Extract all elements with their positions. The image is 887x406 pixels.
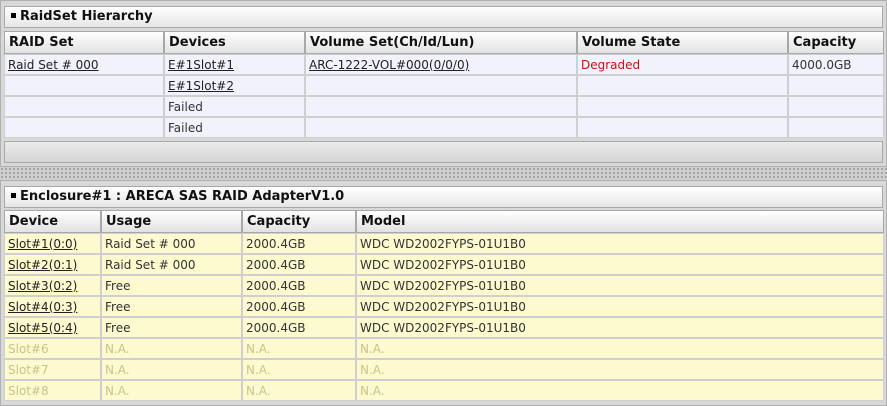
volume-cell: [305, 75, 577, 96]
model-cell: WDC WD2002FYPS-01U1B0: [356, 296, 884, 317]
table-row: Slot#6 N.A. N.A. N.A.: [4, 338, 884, 359]
volume-state-cell: Degraded: [577, 54, 788, 75]
device-cell: E#1Slot#1: [164, 54, 305, 75]
slot-link[interactable]: Slot#3(0:2): [8, 279, 77, 293]
enclosure-table: Device Usage Capacity Model Slot#1(0:0) …: [4, 210, 884, 401]
device-cell: Slot#6: [4, 338, 101, 359]
volume-cell: [305, 96, 577, 117]
slot-link[interactable]: Slot#2(0:1): [8, 258, 77, 272]
capacity-cell: 2000.4GB: [242, 233, 356, 254]
raidset-panel: RaidSet Hierarchy RAID Set Devices Volum…: [0, 0, 887, 167]
slot-link[interactable]: Slot#5(0:4): [8, 321, 77, 335]
col-volume-set: Volume Set(Ch/Id/Lun): [305, 31, 577, 54]
model-cell: WDC WD2002FYPS-01U1B0: [356, 275, 884, 296]
raid-set-cell: [4, 117, 164, 138]
model-cell: WDC WD2002FYPS-01U1B0: [356, 233, 884, 254]
capacity-cell: N.A.: [242, 359, 356, 380]
device-cell: Slot#3(0:2): [4, 275, 101, 296]
volume-state-cell: [577, 117, 788, 138]
capacity-cell: N.A.: [242, 380, 356, 401]
capacity-cell: 2000.4GB: [242, 275, 356, 296]
volume-cell: ARC-1222-VOL#000(0/0/0): [305, 54, 577, 75]
device-link[interactable]: E#1Slot#1: [168, 58, 234, 72]
usage-cell: Free: [101, 296, 242, 317]
capacity-cell: 2000.4GB: [242, 254, 356, 275]
model-cell: WDC WD2002FYPS-01U1B0: [356, 317, 884, 338]
col-devices: Devices: [164, 31, 305, 54]
raidset-footer-bar: [4, 141, 883, 163]
table-row: Slot#5(0:4) Free 2000.4GB WDC WD2002FYPS…: [4, 317, 884, 338]
usage-cell: Raid Set # 000: [101, 254, 242, 275]
capacity-cell: 2000.4GB: [242, 296, 356, 317]
usage-cell: N.A.: [101, 359, 242, 380]
volume-state-cell: [577, 75, 788, 96]
table-row: Slot#4(0:3) Free 2000.4GB WDC WD2002FYPS…: [4, 296, 884, 317]
table-row: Failed: [4, 117, 884, 138]
usage-cell: N.A.: [101, 338, 242, 359]
model-cell: WDC WD2002FYPS-01U1B0: [356, 254, 884, 275]
capacity-cell: N.A.: [242, 338, 356, 359]
raid-set-cell: Raid Set # 000: [4, 54, 164, 75]
model-cell: N.A.: [356, 380, 884, 401]
volume-cell: [305, 117, 577, 138]
table-row: Slot#1(0:0) Raid Set # 000 2000.4GB WDC …: [4, 233, 884, 254]
raid-set-cell: [4, 96, 164, 117]
capacity-cell: [788, 75, 884, 96]
device-cell: E#1Slot#2: [164, 75, 305, 96]
table-row: Slot#3(0:2) Free 2000.4GB WDC WD2002FYPS…: [4, 275, 884, 296]
model-cell: N.A.: [356, 359, 884, 380]
raidset-header-row: RAID Set Devices Volume Set(Ch/Id/Lun) V…: [4, 31, 884, 54]
frame-splitter[interactable]: [0, 167, 887, 180]
device-link[interactable]: E#1Slot#2: [168, 79, 234, 93]
usage-cell: Free: [101, 317, 242, 338]
usage-cell: N.A.: [101, 380, 242, 401]
raidset-table: RAID Set Devices Volume Set(Ch/Id/Lun) V…: [4, 31, 884, 138]
square-bullet-icon: [11, 193, 16, 198]
capacity-cell: 2000.4GB: [242, 317, 356, 338]
device-cell: Slot#4(0:3): [4, 296, 101, 317]
col-usage: Usage: [101, 210, 242, 233]
col-device: Device: [4, 210, 101, 233]
device-cell: Slot#5(0:4): [4, 317, 101, 338]
device-cell: Slot#7: [4, 359, 101, 380]
slot-link[interactable]: Slot#1(0:0): [8, 237, 77, 251]
volume-state-cell: [577, 96, 788, 117]
slot-link[interactable]: Slot#4(0:3): [8, 300, 77, 314]
table-row: Slot#8 N.A. N.A. N.A.: [4, 380, 884, 401]
volume-link[interactable]: ARC-1222-VOL#000(0/0/0): [309, 58, 469, 72]
device-cell: Slot#8: [4, 380, 101, 401]
col-raid-set: RAID Set: [4, 31, 164, 54]
col-capacity: Capacity: [788, 31, 884, 54]
table-row: E#1Slot#2: [4, 75, 884, 96]
capacity-cell: 4000.0GB: [788, 54, 884, 75]
raid-set-link[interactable]: Raid Set # 000: [8, 58, 99, 72]
device-cell: Failed: [164, 117, 305, 138]
enclosure-panel: Enclosure#1 : ARECA SAS RAID AdapterV1.0…: [0, 180, 887, 406]
device-cell: Failed: [164, 96, 305, 117]
enclosure-header-row: Device Usage Capacity Model: [4, 210, 884, 233]
enclosure-section-title: Enclosure#1 : ARECA SAS RAID AdapterV1.0: [4, 186, 883, 208]
device-cell: Slot#2(0:1): [4, 254, 101, 275]
raid-set-cell: [4, 75, 164, 96]
table-row: Slot#7 N.A. N.A. N.A.: [4, 359, 884, 380]
usage-cell: Free: [101, 275, 242, 296]
capacity-cell: [788, 117, 884, 138]
square-bullet-icon: [11, 13, 16, 18]
col-capacity: Capacity: [242, 210, 356, 233]
model-cell: N.A.: [356, 338, 884, 359]
raidset-section-title: RaidSet Hierarchy: [4, 6, 883, 28]
col-volume-state: Volume State: [577, 31, 788, 54]
capacity-cell: [788, 96, 884, 117]
table-row: Slot#2(0:1) Raid Set # 000 2000.4GB WDC …: [4, 254, 884, 275]
table-row: Raid Set # 000 E#1Slot#1 ARC-1222-VOL#00…: [4, 54, 884, 75]
device-cell: Slot#1(0:0): [4, 233, 101, 254]
usage-cell: Raid Set # 000: [101, 233, 242, 254]
col-model: Model: [356, 210, 884, 233]
table-row: Failed: [4, 96, 884, 117]
